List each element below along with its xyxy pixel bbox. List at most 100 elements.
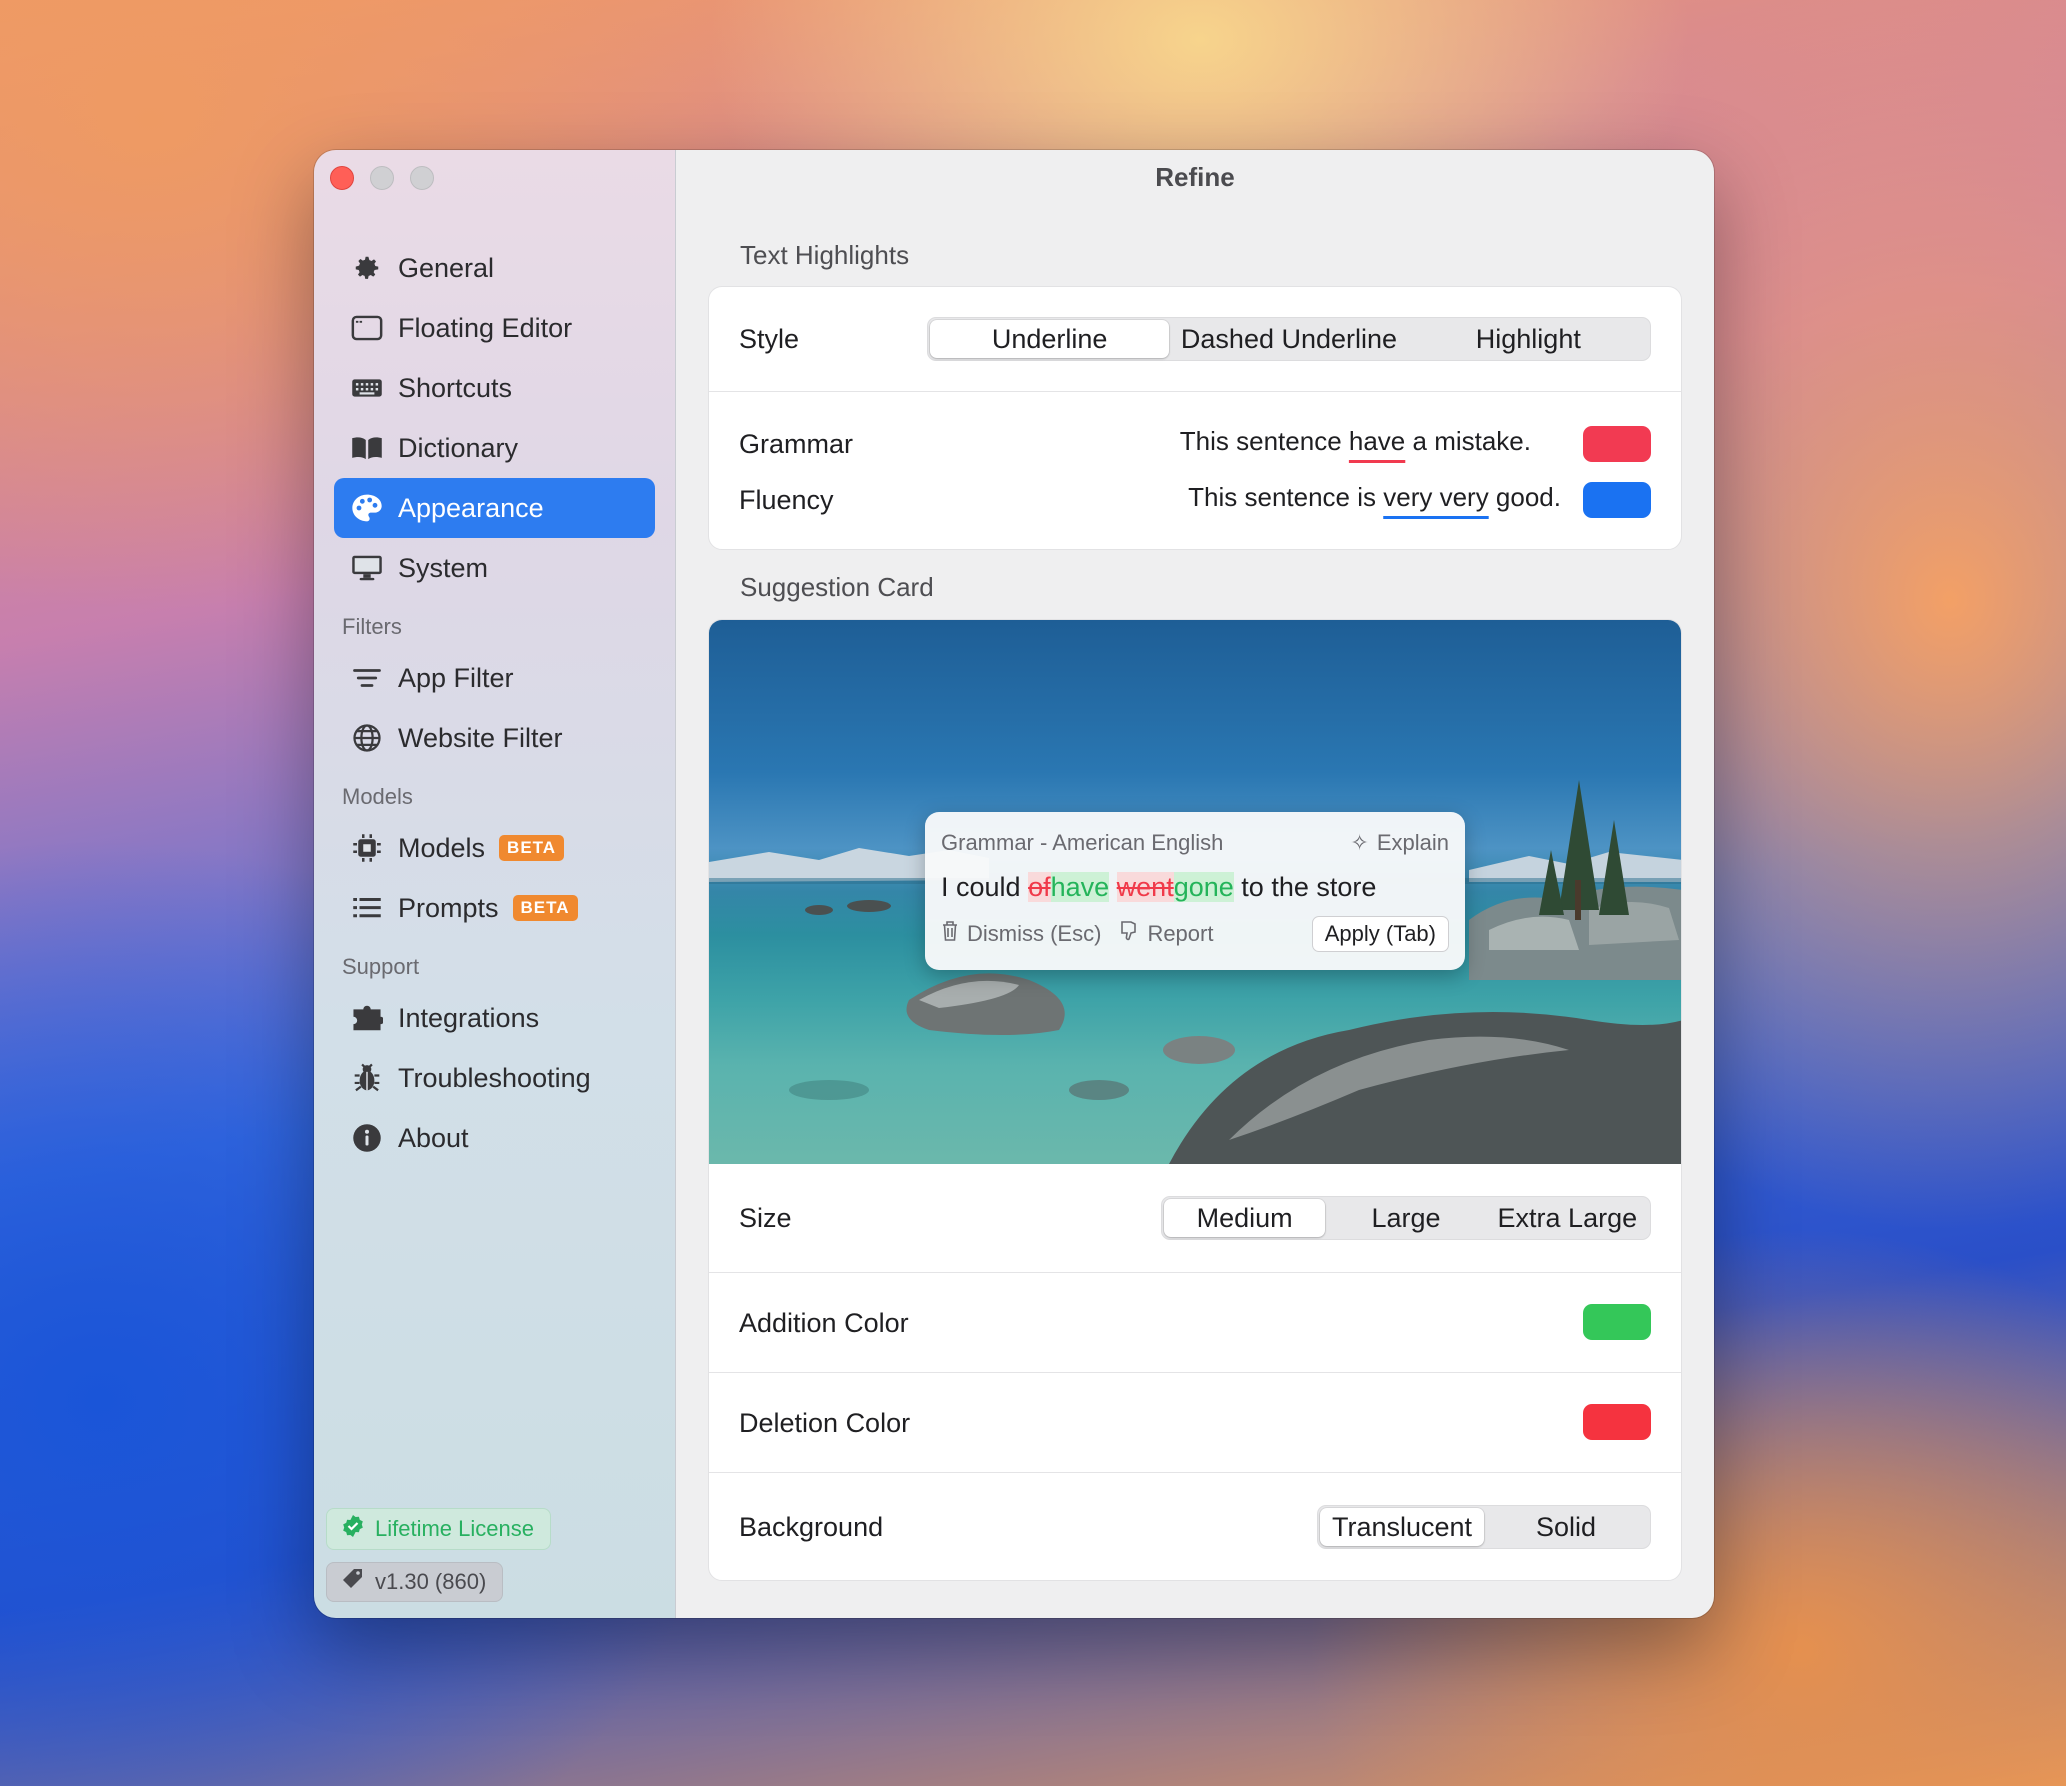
suggestion-text: I could ofhave wentgone to the store: [941, 872, 1376, 903]
size-label: Size: [739, 1202, 792, 1233]
sidebar-item-floating-editor[interactable]: Floating Editor: [334, 298, 655, 358]
sidebar-item-troubleshooting[interactable]: Troubleshooting: [334, 1048, 655, 1108]
beta-badge: BETA: [499, 835, 565, 861]
sidebar-item-label: Floating Editor: [398, 312, 573, 343]
size-option-large[interactable]: Large: [1325, 1199, 1486, 1237]
filters-heading: Filters: [342, 614, 402, 639]
sidebar-item-label: System: [398, 552, 489, 583]
sidebar-item-label: About: [398, 1122, 469, 1153]
sidebar-item-label: Integrations: [398, 1002, 540, 1033]
report-button[interactable]: Report: [1147, 921, 1213, 947]
deletion-color-label: Deletion Color: [739, 1407, 911, 1438]
explain-label: Explain: [1376, 830, 1449, 855]
book-icon: [350, 431, 384, 465]
style-row: Style Underline Dashed Underline Highlig…: [709, 287, 1681, 391]
fluency-row: Fluency This sentence is very very good.: [709, 472, 1681, 528]
sidebar-item-models[interactable]: Models BETA: [334, 818, 655, 878]
grammar-row: Grammar This sentence have a mistake.: [709, 416, 1681, 472]
sidebar-item-about[interactable]: About: [334, 1108, 655, 1168]
style-option-underline[interactable]: Underline: [930, 320, 1170, 358]
sample-text: good.: [1488, 482, 1561, 512]
style-label: Style: [739, 323, 800, 354]
sidebar-item-label: Website Filter: [398, 722, 563, 753]
license-label: Lifetime License: [375, 1516, 534, 1541]
deletion-color-well[interactable]: [1583, 1404, 1651, 1440]
sidebar-item-app-filter[interactable]: App Filter: [334, 648, 655, 708]
list-icon: [350, 891, 384, 925]
version-badge[interactable]: v1.30 (860): [326, 1562, 504, 1602]
window-controls: [330, 166, 434, 190]
sidebar-item-system[interactable]: System: [334, 538, 655, 598]
license-badge[interactable]: Lifetime License: [326, 1508, 551, 1550]
sidebar-item-integrations[interactable]: Integrations: [334, 988, 655, 1048]
tag-icon: [341, 1567, 365, 1597]
explain-button[interactable]: ✧ Explain: [1350, 830, 1449, 856]
background-option-translucent[interactable]: Translucent: [1320, 1508, 1484, 1546]
size-row: Size Medium Large Extra Large: [709, 1164, 1681, 1272]
text-segment: I could: [941, 872, 1029, 902]
close-window-button[interactable]: [330, 166, 354, 190]
bug-icon: [350, 1061, 384, 1095]
fluency-marked-words: very very: [1383, 482, 1489, 512]
globe-icon: [350, 721, 384, 755]
sidebar-item-label: Prompts: [398, 892, 499, 923]
info-icon: [350, 1121, 384, 1155]
sidebar-item-label: General: [398, 252, 495, 283]
monitor-icon: [350, 551, 384, 585]
puzzle-icon: [350, 1001, 384, 1035]
addition-text: have: [1050, 872, 1110, 902]
minimize-window-button[interactable]: [370, 166, 394, 190]
suggestion-card-preview: Grammar - American English ✧ Explain I co…: [925, 812, 1465, 970]
sidebar-item-general[interactable]: General: [334, 238, 655, 298]
apply-button[interactable]: Apply (Tab): [1311, 916, 1449, 952]
text-highlights-heading: Text Highlights: [740, 240, 910, 270]
sidebar-item-prompts[interactable]: Prompts BETA: [334, 878, 655, 938]
sidebar-item-appearance[interactable]: Appearance: [334, 478, 655, 538]
background-option-solid[interactable]: Solid: [1484, 1508, 1648, 1546]
style-option-dashed-underline[interactable]: Dashed Underline: [1169, 320, 1408, 358]
palette-icon: [350, 491, 384, 525]
addition-color-well[interactable]: [1583, 1304, 1651, 1340]
text-highlights-card: Style Underline Dashed Underline Highlig…: [708, 286, 1682, 550]
sidebar-item-label: Troubleshooting: [398, 1062, 591, 1093]
grammar-marked-word: have: [1348, 426, 1406, 456]
models-heading: Models: [342, 784, 413, 809]
grammar-color-well[interactable]: [1583, 426, 1651, 462]
window-title: Refine: [1155, 162, 1235, 192]
suggestion-card-heading: Suggestion Card: [740, 572, 934, 602]
thumbs-down-icon: [1119, 920, 1139, 948]
background-label: Background: [739, 1511, 884, 1542]
sidebar-nav: General Floating Editor Shortcuts Dictio…: [334, 238, 655, 1168]
support-heading: Support: [342, 954, 420, 979]
sample-text: This sentence: [1179, 426, 1349, 456]
dismiss-button[interactable]: Dismiss (Esc): [967, 921, 1101, 947]
chip-icon: [350, 831, 384, 865]
settings-window: General Floating Editor Shortcuts Dictio…: [314, 150, 1714, 1618]
fluency-sample: This sentence is very very good.: [1188, 482, 1561, 513]
deletion-color-row: Deletion Color: [709, 1373, 1681, 1473]
grammar-sample: This sentence have a mistake.: [1180, 426, 1531, 457]
sidebar-item-label: Appearance: [398, 492, 544, 523]
sidebar-item-shortcuts[interactable]: Shortcuts: [334, 358, 655, 418]
keyboard-icon: [350, 371, 384, 405]
sidebar: General Floating Editor Shortcuts Dictio…: [314, 150, 676, 1618]
sparkle-icon: ✧: [1350, 830, 1369, 855]
deletion-text: went: [1116, 872, 1174, 902]
suggestion-card-settings: Grammar - American English ✧ Explain I co…: [708, 619, 1682, 1581]
sidebar-item-website-filter[interactable]: Website Filter: [334, 708, 655, 768]
filter-lines-icon: [350, 661, 384, 695]
sidebar-item-label: Shortcuts: [398, 372, 513, 403]
sidebar-item-label: Models: [398, 832, 486, 863]
zoom-window-button[interactable]: [410, 166, 434, 190]
fluency-color-well[interactable]: [1583, 482, 1651, 518]
addition-color-row: Addition Color: [709, 1273, 1681, 1373]
style-option-highlight[interactable]: Highlight: [1409, 320, 1648, 358]
grammar-label: Grammar: [739, 428, 853, 459]
divider: [709, 391, 1681, 392]
sidebar-item-dictionary[interactable]: Dictionary: [334, 418, 655, 478]
size-option-medium[interactable]: Medium: [1164, 1199, 1326, 1237]
lake-preview-image: Grammar - American English ✧ Explain I co…: [709, 620, 1681, 1164]
suggestion-category: Grammar - American English: [941, 830, 1224, 855]
size-segmented-control: Medium Large Extra Large: [1161, 1196, 1651, 1240]
size-option-extra-large[interactable]: Extra Large: [1487, 1199, 1648, 1237]
